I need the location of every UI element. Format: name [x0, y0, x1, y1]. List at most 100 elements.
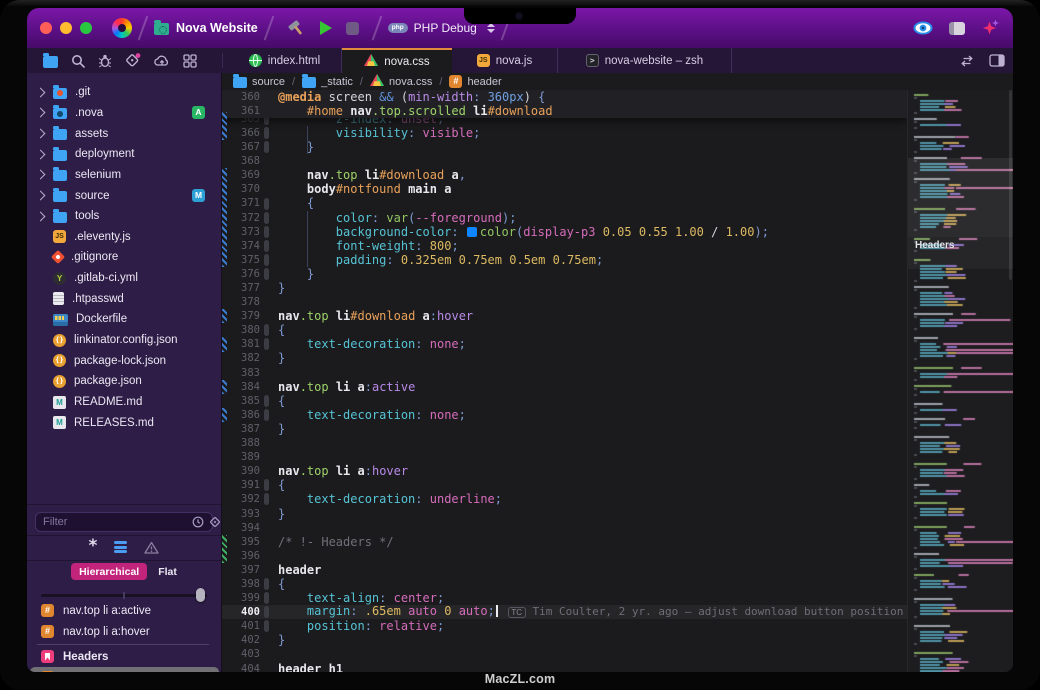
grouped-symbols-icon[interactable] [114, 541, 127, 553]
tab-nova-website-zsh[interactable]: >nova-website – zsh [558, 48, 732, 73]
code-line[interactable]: 390nav.top li a:hover [222, 464, 907, 478]
code-line[interactable]: 382} [222, 351, 907, 365]
sparkle-publish-icon[interactable] [981, 20, 999, 37]
file-row[interactable]: {}package.json [27, 371, 221, 392]
file-row[interactable]: JS.eleventy.js [27, 227, 221, 248]
recent-clock-icon[interactable] [192, 516, 204, 528]
code-line[interactable]: 360@media screen && (min-width: 360px) { [222, 90, 907, 104]
file-row[interactable]: deployment [27, 144, 221, 165]
file-row[interactable]: MREADME.md [27, 392, 221, 413]
issues-warning-icon[interactable] [144, 541, 159, 554]
editor-scrollbar[interactable] [1009, 90, 1012, 280]
split-view-icon[interactable] [959, 54, 975, 67]
breadcrumb-item[interactable]: nova.css [370, 74, 432, 89]
code-line[interactable]: 392 text-decoration: underline; [222, 492, 907, 506]
code-line[interactable]: 396 [222, 549, 907, 563]
file-row[interactable]: assets [27, 123, 221, 144]
code-line[interactable]: 367 } [222, 140, 907, 154]
toggle-flat[interactable]: Flat [158, 566, 177, 578]
code-line[interactable]: 371 { [222, 196, 907, 210]
file-row[interactable]: .gitignore [27, 247, 221, 268]
filter-tag-icon[interactable] [209, 516, 221, 528]
code-line[interactable]: 404header h1 [222, 662, 907, 672]
symbol-row[interactable]: #nav.top li a:active [30, 600, 219, 621]
file-row[interactable]: selenium [27, 165, 221, 186]
code-line[interactable]: 399 text-align: center; [222, 591, 907, 605]
code-line[interactable]: 384nav.top li a:active [222, 380, 907, 394]
zoom-window-button[interactable] [80, 22, 92, 34]
extensions-grid-icon[interactable] [183, 54, 197, 68]
tab-nova-css[interactable]: nova.css [342, 48, 452, 73]
project-button[interactable]: Nova Website [154, 21, 258, 35]
bug-icon[interactable] [98, 54, 112, 68]
build-button[interactable] [287, 20, 306, 37]
code-line[interactable]: 383 [222, 366, 907, 380]
file-row[interactable]: {}package-lock.json [27, 350, 221, 371]
code-line[interactable]: 379nav.top li#download a:hover [222, 309, 907, 323]
code-line[interactable]: 368 [222, 154, 907, 168]
cloud-icon[interactable] [154, 54, 170, 67]
code-line[interactable]: 374 font-weight: 800; [222, 239, 907, 253]
breadcrumb-item[interactable]: #header [449, 75, 501, 88]
js-icon: JS [53, 230, 66, 243]
code-line[interactable]: 381 text-decoration: none; [222, 337, 907, 351]
code-line[interactable]: 380{ [222, 323, 907, 337]
toggle-sidebar-icon[interactable] [949, 22, 965, 35]
code-line[interactable]: 389 [222, 450, 907, 464]
code-line[interactable]: 375 padding: 0.325em 0.75em 0.5em 0.75em… [222, 253, 907, 267]
file-row[interactable]: Dockerfile [27, 309, 221, 330]
code-line[interactable]: 397header [222, 563, 907, 577]
symbol-row[interactable]: Headers [30, 646, 219, 667]
code-line[interactable]: 402} [222, 633, 907, 647]
file-row[interactable]: Y.gitlab-ci.yml [27, 268, 221, 289]
code-line[interactable]: 378 [222, 295, 907, 309]
toggle-right-panel-icon[interactable] [989, 54, 1005, 67]
code-line[interactable]: 377} [222, 281, 907, 295]
all-symbols-icon[interactable]: * [89, 541, 98, 553]
code-line[interactable]: 400 margin: .65em auto 0 auto;TCTim Coul… [222, 605, 907, 619]
file-row[interactable]: .novaA [27, 103, 221, 124]
breadcrumb-item[interactable]: source [233, 75, 285, 88]
preview-eye-icon[interactable] [913, 21, 933, 35]
tag-icon[interactable] [125, 53, 141, 68]
minimap[interactable]: Headers [907, 90, 1013, 672]
code-line[interactable]: 376 } [222, 267, 907, 281]
code-line[interactable]: 361 #home nav.top.scrolled li#download [222, 104, 907, 118]
file-row[interactable]: MRELEASES.md [27, 412, 221, 433]
code-line[interactable]: 386 text-decoration: none; [222, 408, 907, 422]
code-line[interactable]: 403 [222, 647, 907, 661]
code-line[interactable]: 395/* !- Headers */ [222, 535, 907, 549]
filter-input[interactable] [36, 516, 192, 528]
symbol-row[interactable]: #nav.top li a:hover [30, 621, 219, 642]
code-line[interactable]: 373 background-color: color(display-p3 0… [222, 225, 907, 239]
code-line[interactable]: 370 body#notfound main a [222, 182, 907, 196]
code-line[interactable]: 387} [222, 422, 907, 436]
code-line[interactable]: 398{ [222, 577, 907, 591]
code-line[interactable]: 388 [222, 436, 907, 450]
tab-index-html[interactable]: index.html [228, 48, 342, 73]
run-button[interactable] [320, 21, 332, 35]
code-line[interactable]: 394 [222, 521, 907, 535]
code-line[interactable]: 372 color: var(--foreground); [222, 211, 907, 225]
code-line[interactable]: 385{ [222, 394, 907, 408]
code-line[interactable]: 369 nav.top li#download a, [222, 168, 907, 182]
toggle-hierarchical[interactable]: Hierarchical [71, 563, 147, 580]
file-row[interactable]: sourceM [27, 185, 221, 206]
code-editor[interactable]: 365 z-index: unset;366 visibility: visib… [222, 90, 907, 672]
tab-nova-js[interactable]: JSnova.js [452, 48, 558, 73]
files-icon[interactable] [43, 56, 58, 68]
code-line[interactable]: 393} [222, 507, 907, 521]
minimize-window-button[interactable] [60, 22, 72, 34]
search-icon[interactable] [71, 54, 85, 68]
code-line[interactable]: 391{ [222, 478, 907, 492]
code-line[interactable]: 366 visibility: visible; [222, 126, 907, 140]
file-row[interactable]: tools [27, 206, 221, 227]
breadcrumb-item[interactable]: _static [302, 75, 353, 88]
file-row[interactable]: {}linkinator.config.json [27, 330, 221, 351]
file-row[interactable]: .htpasswd [27, 289, 221, 310]
minimap-viewport[interactable] [908, 158, 1013, 237]
close-window-button[interactable] [40, 22, 52, 34]
stop-button[interactable] [346, 22, 359, 35]
file-row[interactable]: .git [27, 82, 221, 103]
code-line[interactable]: 401 position: relative; [222, 619, 907, 633]
